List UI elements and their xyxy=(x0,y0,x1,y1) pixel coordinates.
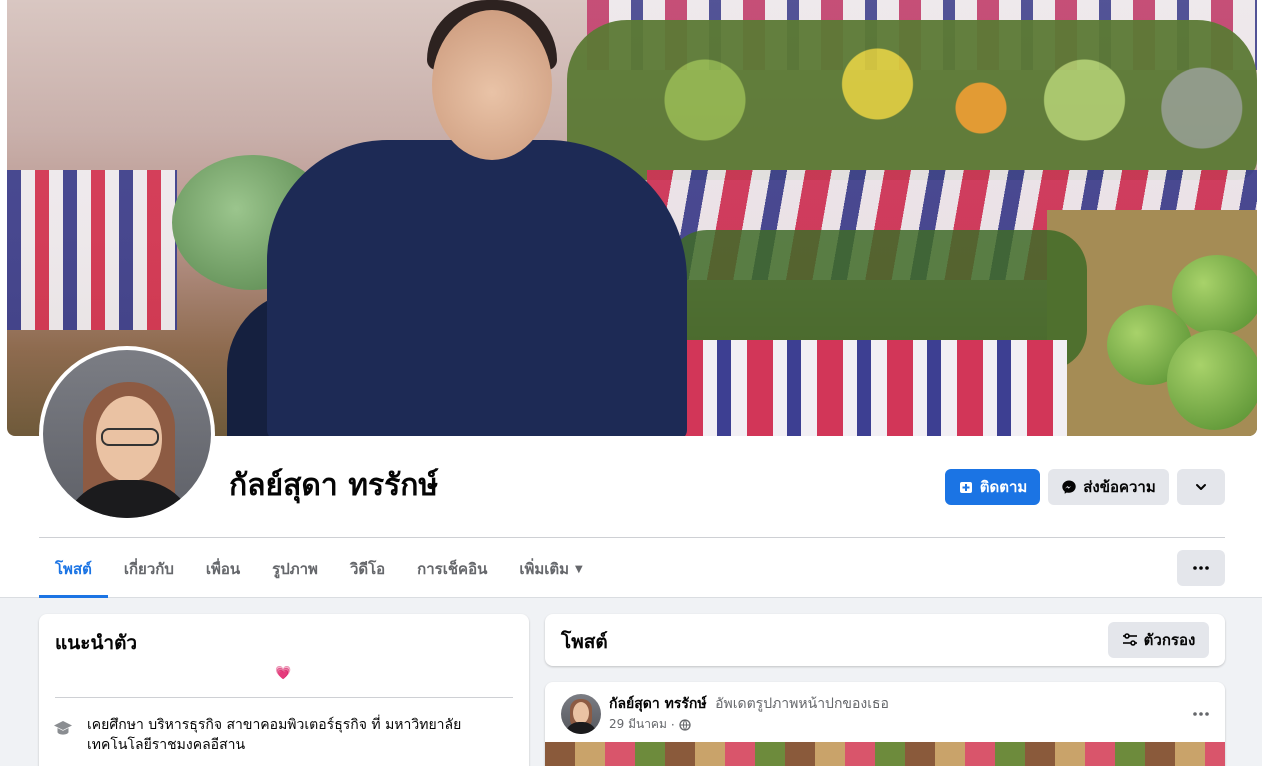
tab-friends[interactable]: เพื่อน xyxy=(190,540,256,598)
post-author-avatar[interactable] xyxy=(561,694,601,734)
avatar-shirt xyxy=(61,480,197,518)
posts-title: โพสต์ xyxy=(561,631,608,653)
profile-avatar[interactable] xyxy=(39,346,215,522)
profile-name: กัลย์สุดา ทรรักษ์ xyxy=(229,468,439,503)
filter-button[interactable]: ตัวกรอง xyxy=(1108,622,1209,658)
avatar-image xyxy=(43,350,211,518)
message-label: ส่งข้อความ xyxy=(1083,478,1156,496)
tab-videos[interactable]: วิดีโอ xyxy=(334,540,401,598)
tab-checkins[interactable]: การเช็คอิน xyxy=(401,540,503,598)
post-author-name[interactable]: กัลย์สุดา ทรรักษ์ xyxy=(609,696,707,712)
profile-tabs: โพสต์ เกี่ยวกับ เพื่อน รูปภาพ วิดีโอ การ… xyxy=(39,540,599,598)
education-text: เคยศึกษา บริหารธุรกิจ สาขาคอมพิวเตอร์ธุร… xyxy=(87,717,462,753)
intro-divider xyxy=(55,697,513,698)
post-card: กัลย์สุดา ทรรักษ์ อัพเดตรูปภาพหน้าปกของเ… xyxy=(545,682,1225,766)
more-icon xyxy=(1193,712,1209,716)
more-icon xyxy=(1193,566,1209,570)
chevron-down-icon xyxy=(1194,480,1208,494)
tab-label: เพิ่มเติม xyxy=(519,560,570,578)
cover-person-head xyxy=(432,10,552,160)
message-button[interactable]: ส่งข้อความ xyxy=(1048,469,1169,505)
cover-person-body xyxy=(267,140,687,436)
tab-label: วิดีโอ xyxy=(349,560,386,578)
follow-icon xyxy=(958,479,974,495)
cover-melon xyxy=(1167,330,1257,430)
tab-label: การเช็คอิน xyxy=(417,560,488,578)
intro-card: แนะนำตัว 💗 เคยศึกษา บริหารธุรกิจ สาขาคอม… xyxy=(39,614,529,766)
profile-menu-button[interactable] xyxy=(1177,550,1225,586)
tab-label: โพสต์ xyxy=(55,560,92,578)
cover-person xyxy=(227,0,687,436)
filter-icon xyxy=(1122,633,1138,647)
tab-posts[interactable]: โพสต์ xyxy=(39,540,108,598)
cover-cloth xyxy=(677,340,1067,436)
follow-button[interactable]: ติดตาม xyxy=(945,469,1040,505)
tab-more[interactable]: เพิ่มเติม ▼ xyxy=(503,540,598,598)
bio-text: 💗 xyxy=(275,666,292,681)
tab-label: รูปภาพ xyxy=(272,560,318,578)
filter-label: ตัวกรอง xyxy=(1143,631,1196,649)
tab-label: เกี่ยวกับ xyxy=(123,560,174,578)
post-action-text: อัพเดตรูปภาพหน้าปกของเธอ xyxy=(715,696,889,712)
tab-photos[interactable]: รูปภาพ xyxy=(256,540,334,598)
post-separator: · xyxy=(670,717,675,732)
post-image[interactable] xyxy=(545,742,1225,766)
avatar-glasses xyxy=(101,428,159,446)
tab-about[interactable]: เกี่ยวกับ xyxy=(108,540,190,598)
tab-label: เพื่อน xyxy=(205,560,241,578)
avatar-face xyxy=(573,702,589,724)
cover-cloth xyxy=(7,170,177,330)
follow-label: ติดตาม xyxy=(979,478,1028,496)
profile-header: กัลย์สุดา ทรรักษ์ ติดตาม ส่งข้อความ โพสต… xyxy=(0,0,1262,598)
post-header: กัลย์สุดา ทรรักษ์ อัพเดตรูปภาพหน้าปกของเ… xyxy=(609,695,889,713)
intro-title: แนะนำตัว xyxy=(55,632,138,654)
caret-down-icon: ▼ xyxy=(575,563,583,575)
post-meta: 29 มีนาคม · xyxy=(609,715,691,734)
messenger-icon xyxy=(1061,479,1077,495)
post-date[interactable]: 29 มีนาคม xyxy=(609,715,667,734)
header-divider xyxy=(39,537,1225,538)
posts-header-card: โพสต์ ตัวกรอง xyxy=(545,614,1225,666)
avatar-shirt xyxy=(565,722,597,734)
globe-icon xyxy=(679,718,691,731)
post-options-button[interactable] xyxy=(1193,700,1209,721)
cover-photo[interactable] xyxy=(7,0,1257,436)
more-options-button[interactable] xyxy=(1177,469,1225,505)
graduation-cap-icon xyxy=(53,719,75,741)
